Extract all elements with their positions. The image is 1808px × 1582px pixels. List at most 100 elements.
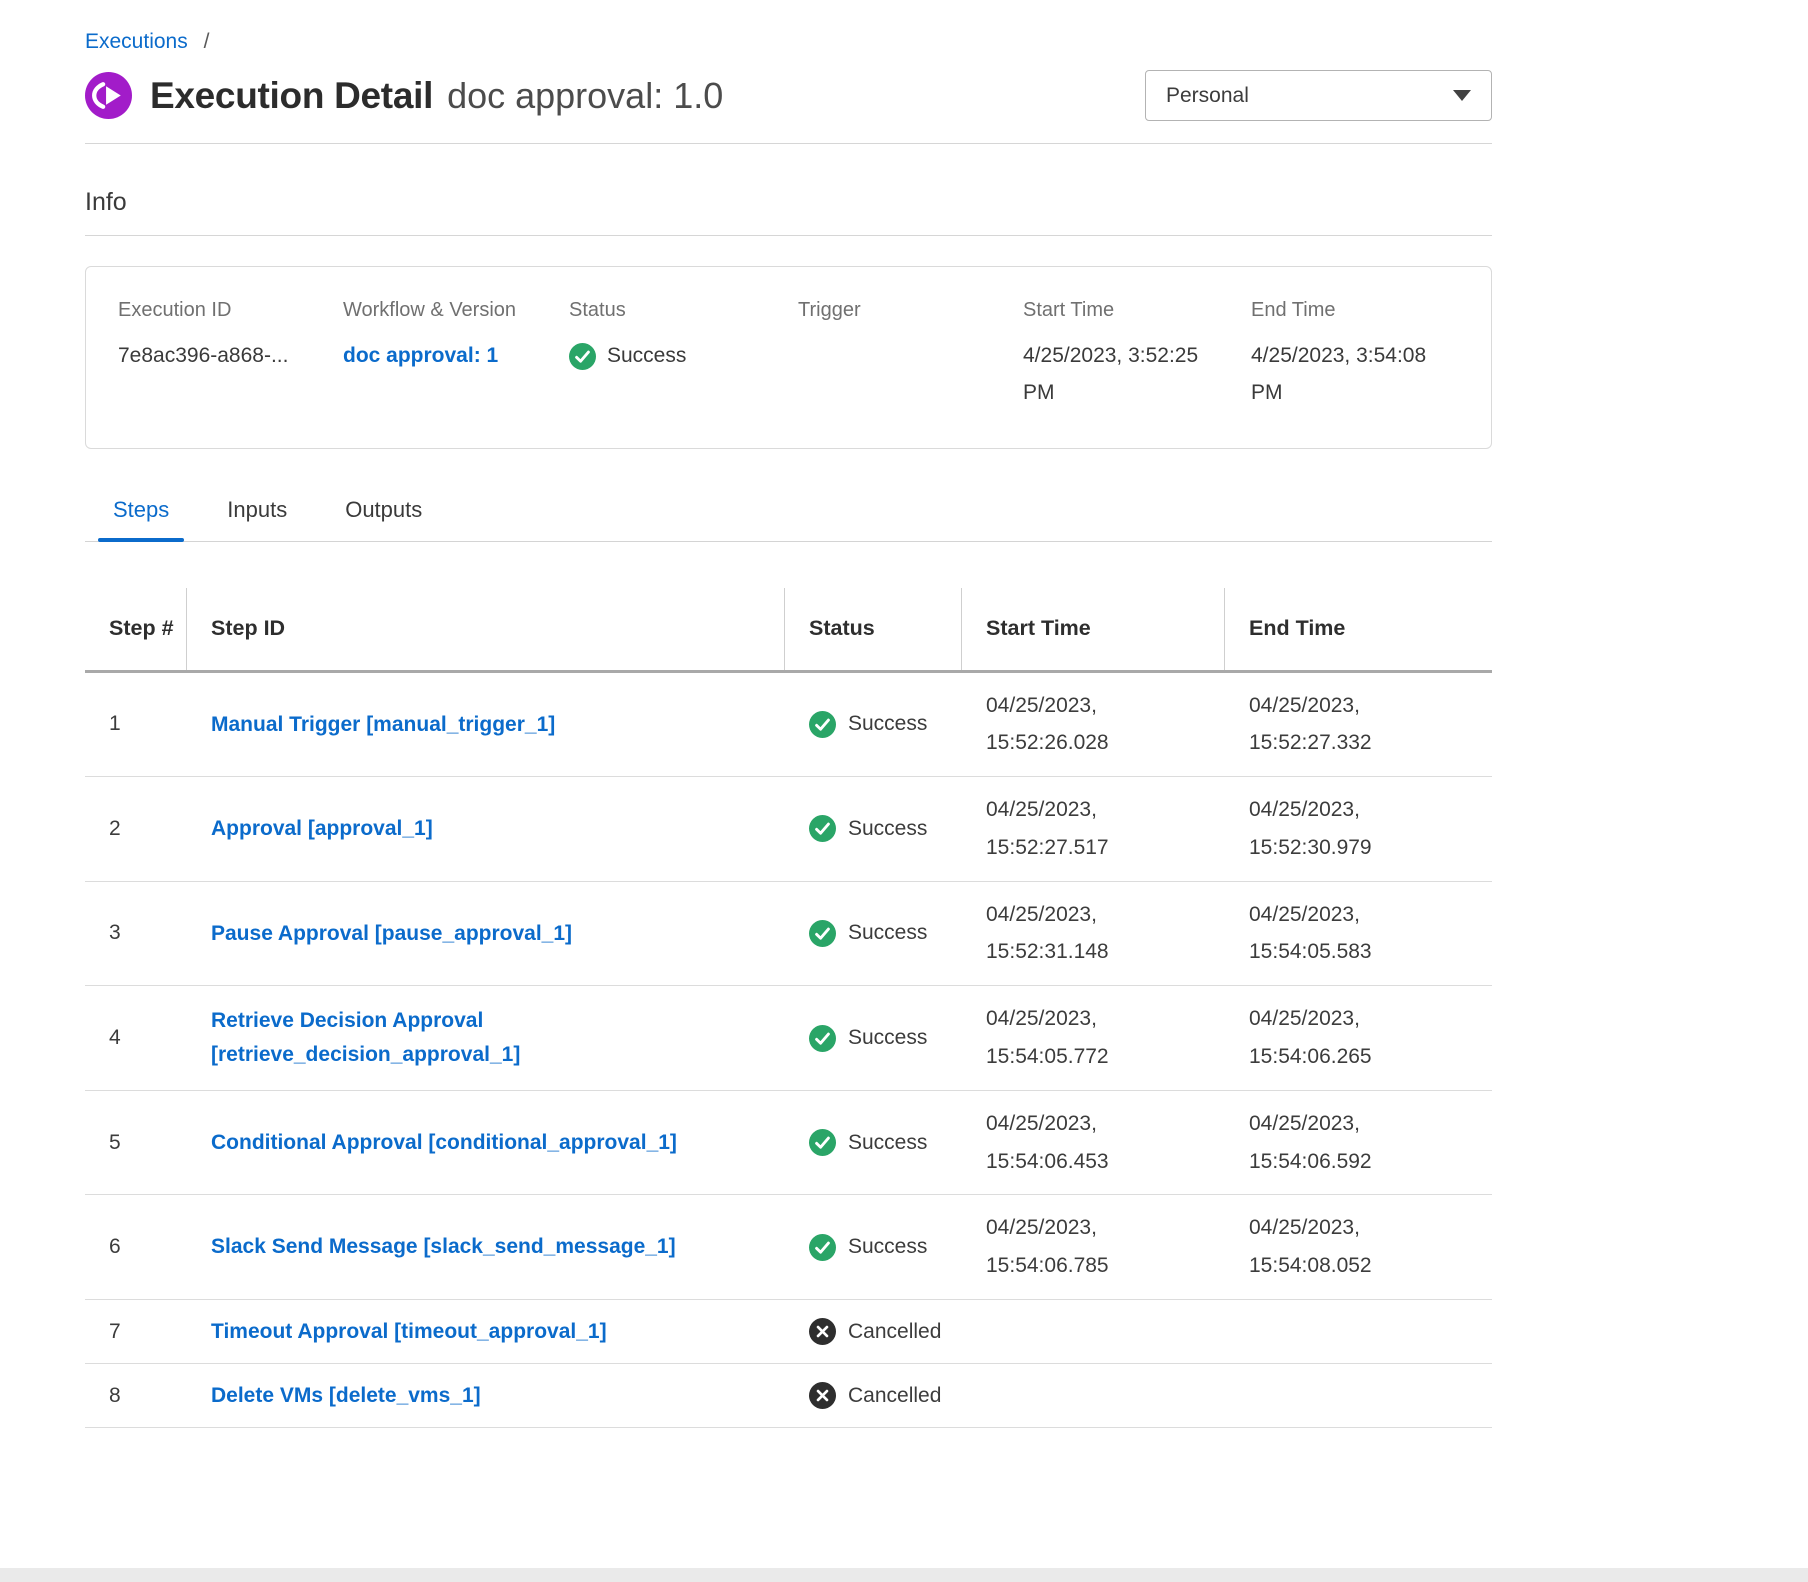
table-row: 4 Retrieve Decision Approval [retrieve_d… — [85, 986, 1492, 1091]
step-end-time: 04/25/2023, 15:54:05.583 — [1225, 896, 1420, 972]
step-end-time: 04/25/2023, 15:54:06.265 — [1225, 1000, 1420, 1076]
info-card: Execution ID 7e8ac396-a868-... Workflow … — [85, 266, 1492, 449]
step-link[interactable]: Manual Trigger [manual_trigger_1] — [211, 708, 555, 742]
info-field-label: Execution ID — [118, 299, 343, 322]
info-field-end-time: End Time 4/25/2023, 3:54:08 PM — [1251, 299, 1471, 412]
table-row: 6 Slack Send Message [slack_send_message… — [85, 1195, 1492, 1300]
success-icon — [809, 1025, 836, 1052]
workflow-version-link[interactable]: doc approval: 1 — [343, 338, 498, 375]
tabs: Steps Inputs Outputs — [85, 497, 1492, 542]
step-end-time: 04/25/2023, 15:52:27.332 — [1225, 687, 1420, 763]
column-header-status: Status — [785, 588, 962, 670]
step-id-cell: Pause Approval [pause_approval_1] — [187, 917, 785, 951]
step-end-time: 04/25/2023, 15:54:08.052 — [1225, 1209, 1420, 1285]
step-number: 3 — [85, 921, 187, 945]
tab-steps[interactable]: Steps — [98, 497, 184, 541]
cancelled-icon — [809, 1382, 836, 1409]
step-number: 8 — [85, 1384, 187, 1408]
step-status: Success — [785, 1129, 962, 1156]
step-status: Success — [785, 1025, 962, 1052]
execution-id-value: 7e8ac396-a868-... — [118, 338, 323, 375]
info-field-status: Status Success — [569, 299, 798, 412]
cancelled-icon — [809, 1318, 836, 1345]
scope-select[interactable]: Personal — [1145, 70, 1492, 121]
status-text: Success — [607, 338, 686, 375]
step-status: Success — [785, 1234, 962, 1261]
step-number: 4 — [85, 1026, 187, 1050]
step-id-cell: Manual Trigger [manual_trigger_1] — [187, 708, 785, 742]
table-row: 2 Approval [approval_1] Success 04/25/20… — [85, 777, 1492, 882]
info-field-label: Trigger — [798, 299, 1023, 322]
step-id-cell: Retrieve Decision Approval [retrieve_dec… — [187, 1004, 785, 1071]
breadcrumb-link-executions[interactable]: Executions — [85, 30, 188, 53]
step-status: Success — [785, 815, 962, 842]
step-status: Cancelled — [785, 1318, 962, 1345]
status-text: Success — [848, 921, 927, 945]
step-start-time: 04/25/2023, 15:52:27.517 — [962, 791, 1157, 867]
status-text: Cancelled — [848, 1320, 941, 1344]
chevron-down-icon — [1453, 90, 1471, 101]
success-icon — [809, 1129, 836, 1156]
info-field-label: Status — [569, 299, 798, 322]
status-text: Success — [848, 1235, 927, 1259]
table-row: 8 Delete VMs [delete_vms_1] Cancelled — [85, 1364, 1492, 1428]
page-title: Execution Detail — [150, 75, 433, 117]
success-icon — [809, 815, 836, 842]
status-text: Success — [848, 1131, 927, 1155]
success-icon — [809, 711, 836, 738]
info-field-start-time: Start Time 4/25/2023, 3:52:25 PM — [1023, 299, 1251, 412]
page-bottom-bar — [0, 1568, 1808, 1582]
success-icon — [809, 1234, 836, 1261]
step-start-time: 04/25/2023, 15:54:06.453 — [962, 1105, 1157, 1181]
success-icon — [569, 343, 596, 370]
steps-table: Step # Step ID Status Start Time End Tim… — [85, 588, 1492, 1429]
table-header-row: Step # Step ID Status Start Time End Tim… — [85, 588, 1492, 673]
step-link[interactable]: Pause Approval [pause_approval_1] — [211, 917, 572, 951]
status-text: Success — [848, 1026, 927, 1050]
info-field-workflow-version: Workflow & Version doc approval: 1 — [343, 299, 569, 412]
step-link[interactable]: Slack Send Message [slack_send_message_1… — [211, 1230, 676, 1264]
step-number: 2 — [85, 817, 187, 841]
step-link[interactable]: Retrieve Decision Approval [retrieve_dec… — [211, 1004, 785, 1071]
status-text: Success — [848, 817, 927, 841]
step-link[interactable]: Delete VMs [delete_vms_1] — [211, 1379, 481, 1413]
breadcrumb: Executions / — [85, 0, 1492, 54]
step-start-time: 04/25/2023, 15:52:31.148 — [962, 896, 1157, 972]
tab-inputs[interactable]: Inputs — [212, 497, 302, 541]
start-time-value: 4/25/2023, 3:52:25 PM — [1023, 338, 1228, 412]
status-text: Success — [848, 712, 927, 736]
column-header-step-num: Step # — [85, 588, 187, 670]
step-end-time: 04/25/2023, 15:54:06.592 — [1225, 1105, 1420, 1181]
breadcrumb-separator: / — [204, 30, 210, 53]
step-link[interactable]: Approval [approval_1] — [211, 812, 433, 846]
table-row: 1 Manual Trigger [manual_trigger_1] Succ… — [85, 673, 1492, 778]
info-field-execution-id: Execution ID 7e8ac396-a868-... — [118, 299, 343, 412]
column-header-step-id: Step ID — [187, 588, 785, 670]
table-row: 5 Conditional Approval [conditional_appr… — [85, 1091, 1492, 1196]
step-link[interactable]: Conditional Approval [conditional_approv… — [211, 1126, 677, 1160]
column-header-end-time: End Time — [1225, 588, 1492, 670]
info-section-title: Info — [85, 188, 1492, 217]
step-id-cell: Conditional Approval [conditional_approv… — [187, 1126, 785, 1160]
table-row: 7 Timeout Approval [timeout_approval_1] … — [85, 1300, 1492, 1364]
step-number: 5 — [85, 1131, 187, 1155]
info-field-label: Workflow & Version — [343, 299, 569, 322]
step-status: Cancelled — [785, 1382, 962, 1409]
step-status: Success — [785, 920, 962, 947]
end-time-value: 4/25/2023, 3:54:08 PM — [1251, 338, 1456, 412]
step-id-cell: Approval [approval_1] — [187, 812, 785, 846]
column-header-start-time: Start Time — [962, 588, 1225, 670]
step-end-time: 04/25/2023, 15:52:30.979 — [1225, 791, 1420, 867]
step-start-time: 04/25/2023, 15:54:05.772 — [962, 1000, 1157, 1076]
scope-select-value: Personal — [1166, 84, 1249, 108]
execution-status: Success — [569, 338, 798, 375]
page-header: Execution Detail doc approval: 1.0 Perso… — [85, 70, 1492, 121]
info-field-trigger: Trigger — [798, 299, 1023, 412]
step-link[interactable]: Timeout Approval [timeout_approval_1] — [211, 1315, 607, 1349]
tab-outputs[interactable]: Outputs — [330, 497, 437, 541]
divider — [85, 143, 1492, 144]
step-id-cell: Slack Send Message [slack_send_message_1… — [187, 1230, 785, 1264]
success-icon — [809, 920, 836, 947]
workflow-icon — [85, 72, 132, 119]
status-text: Cancelled — [848, 1384, 941, 1408]
